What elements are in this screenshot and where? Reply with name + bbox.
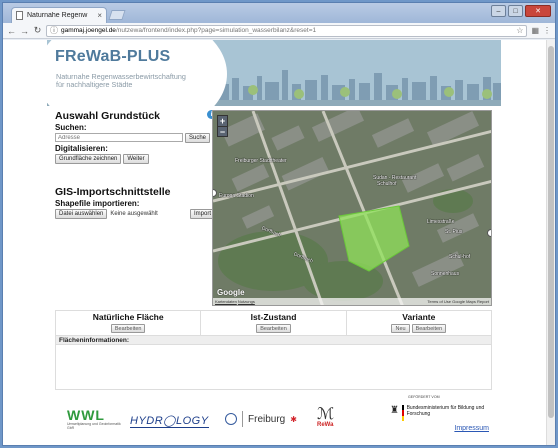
gis-import-heading: GIS-Importschnittstelle [55, 186, 171, 198]
edit-variant-button[interactable]: Bearbeiten [411, 324, 447, 333]
rewa-logo-text: ReWa [317, 422, 334, 428]
german-flag-icon [401, 405, 404, 421]
search-row: Suche [55, 133, 215, 143]
search-label: Suchen: [55, 123, 87, 132]
extension-icon[interactable]: ▦ [531, 26, 539, 35]
terms-link[interactable]: Nutzungs [238, 299, 255, 304]
wwl-logo[interactable]: WWL Umweltplanung und Geoinformatik GbR [67, 408, 123, 430]
page-info-icon[interactable]: ⓘ [50, 25, 58, 36]
map-zoom-control: + − [217, 115, 228, 137]
column-title: Ist-Zustand [250, 312, 297, 322]
freiburg-logo-text: Freiburg [248, 413, 286, 425]
close-tab-icon[interactable]: × [97, 11, 102, 20]
gis-import-section: GIS-Importschnittstelle Shapefile import… [55, 186, 215, 219]
wwl-logo-text: WWL [67, 407, 105, 423]
bmbf-logo[interactable]: GEFÖRDERT VOM ♜ Bundesministerium für Bi… [390, 395, 490, 421]
freiburg-logo[interactable]: Freiburg ✱ [225, 411, 297, 427]
shapefile-label: Shapefile importieren: [55, 199, 140, 208]
digitize-buttons: Grundfläche zeichnen Weiter [55, 154, 215, 164]
url-path: /nutzewa/frontend/index.php?page=simulat… [115, 27, 317, 34]
header-banner: FReWaB-PLUS Naturnahe Regenwasserbewirts… [47, 40, 501, 106]
minimize-button[interactable]: – [491, 5, 506, 17]
address-search-input[interactable] [55, 133, 183, 142]
map-label: Limesstraße [427, 219, 455, 225]
bookmark-star-icon[interactable]: ☆ [516, 26, 523, 35]
site-tagline: Naturnahe Regenwasserbewirtschaftung für… [56, 72, 186, 89]
scenario-comparison: Natürliche Fläche Bearbeiten Ist-Zustand… [55, 310, 492, 390]
map-data-link[interactable]: Kartendaten [215, 299, 237, 304]
page-viewport: FReWaB-PLUS Naturnahe Regenwasserbewirts… [3, 40, 555, 445]
url-host: gammaj.joengel.de [61, 27, 116, 34]
draw-area-button[interactable]: Grundfläche zeichnen [55, 154, 122, 164]
window-controls: – □ ✕ [491, 5, 551, 17]
map-label: St. Pius [445, 229, 463, 235]
edit-current-button[interactable]: Bearbeiten [256, 324, 291, 333]
map-label: Freiburger Stadttheater [235, 158, 287, 164]
title-bar: Naturnahe Regenw × – □ ✕ [3, 3, 555, 23]
sponsor-logos: WWL Umweltplanung und Geoinformatik GbR … [55, 395, 492, 440]
vertical-scrollbar[interactable] [546, 40, 555, 445]
ministry-name: Bundesministerium für Bildung und Forsch… [406, 405, 485, 417]
site-logo[interactable]: FReWaB-PLUS [55, 48, 170, 66]
wwl-logo-subtitle: Umweltplanung und Geoinformatik GbR [67, 422, 121, 430]
natural-area-column: Natürliche Fläche Bearbeiten [56, 311, 202, 335]
new-variant-button[interactable]: Neu [391, 324, 410, 333]
browser-window: Naturnahe Regenw × – □ ✕ ← → ↻ ⓘ gammaj.… [2, 2, 556, 446]
forward-arrow-icon[interactable]: → [20, 26, 29, 36]
satellite-map[interactable]: + − Freiburger Stadttheater Europa-Stadi… [212, 110, 492, 306]
variant-column: Variante Neu Bearbeiten [347, 311, 491, 335]
property-selection-panel: Auswahl Grundstück i Suchen: Suche Digit… [55, 110, 216, 219]
next-button[interactable]: Weiter [123, 154, 149, 164]
map-pan-right-icon[interactable] [487, 229, 491, 237]
zoom-in-button[interactable]: + [218, 116, 227, 126]
property-selection-heading: Auswahl Grundstück [55, 110, 161, 122]
browser-tab[interactable]: Naturnahe Regenw × [11, 7, 107, 23]
scrollbar-thumb[interactable] [548, 46, 554, 418]
column-title: Natürliche Fläche [92, 312, 164, 322]
impressum-link[interactable]: Impressum [454, 425, 489, 432]
current-state-column: Ist-Zustand Bearbeiten [201, 311, 347, 335]
reload-icon[interactable]: ↻ [33, 25, 42, 36]
funded-by-label: GEFÖRDERT VOM [408, 395, 440, 399]
search-button[interactable]: Suche [185, 133, 211, 143]
page-content: FReWaB-PLUS Naturnahe Regenwasserbewirts… [47, 40, 501, 445]
edit-natural-button[interactable]: Bearbeiten [110, 324, 146, 333]
map-label: Sonnenhaus [431, 271, 460, 277]
map-label: Schul-hof [449, 254, 471, 260]
close-window-button[interactable]: ✕ [525, 5, 551, 17]
maximize-button[interactable]: □ [508, 5, 523, 17]
new-tab-button[interactable] [108, 10, 126, 20]
menu-icon[interactable]: ⋮ [543, 26, 551, 35]
federal-eagle-icon: ♜ [390, 405, 399, 416]
back-arrow-icon[interactable]: ← [7, 26, 16, 36]
star-icon: ✱ [290, 414, 297, 424]
map-label: Europa-Stadion [219, 193, 254, 199]
city-emblem-icon [225, 413, 237, 425]
hydrology-logo[interactable]: HYDR◯LOGY [130, 416, 209, 428]
rewa-logo[interactable]: ℳ ReWa [317, 406, 347, 436]
page-icon [16, 11, 23, 20]
tab-title: Naturnahe Regenw [27, 12, 88, 19]
rewa-mark-icon: ℳ [317, 404, 335, 423]
address-bar[interactable]: ⓘ gammaj.joengel.de/nutzewa/frontend/ind… [46, 24, 528, 37]
column-title: Variante [402, 312, 436, 322]
scenario-columns: Natürliche Fläche Bearbeiten Ist-Zustand… [56, 311, 491, 335]
file-import-row: Datei auswählen Keine ausgewählt Import [55, 209, 215, 219]
google-logo: Google [217, 288, 245, 297]
no-file-text: Keine ausgewählt [110, 211, 158, 217]
map-attribution: Kartendaten Nutzungs Terms of Use Google… [213, 298, 491, 305]
zoom-out-button[interactable]: − [218, 126, 227, 137]
map-terms-links[interactable]: Terms of Use Google Maps Report [427, 299, 489, 304]
map-label: Schulhof [377, 181, 397, 187]
digitize-label: Digitalisieren: [55, 144, 108, 153]
choose-file-button[interactable]: Datei auswählen [55, 209, 108, 219]
area-info-header: Flächeninformationen: [56, 335, 491, 345]
browser-toolbar: ← → ↻ ⓘ gammaj.joengel.de/nutzewa/fronte… [3, 23, 555, 39]
